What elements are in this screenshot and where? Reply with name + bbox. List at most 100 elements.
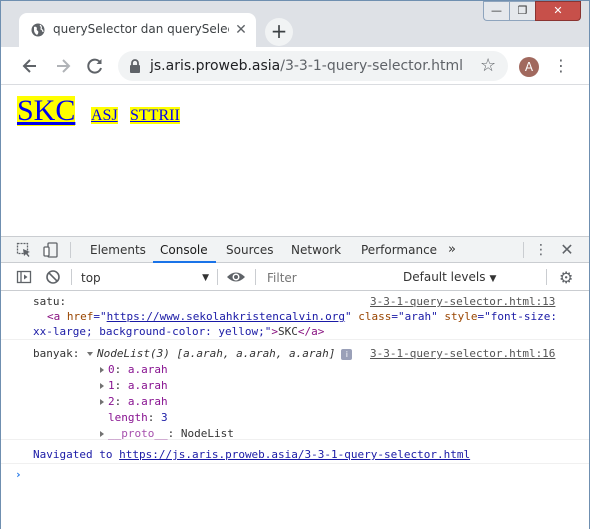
reload-icon[interactable] xyxy=(84,55,106,77)
tab-sources[interactable]: Sources xyxy=(226,237,273,263)
tab-strip: querySelector dan querySelectorAll ✕ + —… xyxy=(1,1,589,47)
item-value: a.arah xyxy=(127,379,168,392)
item-key: 0 xyxy=(108,363,115,376)
expand-arrow-icon xyxy=(87,352,93,356)
dropdown-arrow-icon: ▼ xyxy=(202,273,209,283)
tab-performance[interactable]: Performance xyxy=(361,237,437,263)
log-levels-label: Default levels xyxy=(403,270,486,284)
lock-icon[interactable] xyxy=(128,58,142,74)
expand-arrow-icon xyxy=(100,399,104,405)
attr-style-value-1: ="font-size: xyxy=(477,310,558,323)
nodelist-item[interactable]: 2: a.arah xyxy=(100,394,168,409)
tab-close-icon[interactable]: ✕ xyxy=(232,21,250,39)
link-skc[interactable]: SKC xyxy=(17,96,76,126)
tag-open: <a xyxy=(47,310,61,323)
globe-icon xyxy=(31,23,45,37)
nodelist-item[interactable]: 1: a.arah xyxy=(100,378,168,393)
expand-arrow-icon xyxy=(100,431,104,437)
tab-console[interactable]: Console xyxy=(153,237,216,263)
live-expression-eye-icon[interactable] xyxy=(226,269,246,285)
close-window-button[interactable]: ✕ xyxy=(535,1,581,21)
clear-console-icon[interactable] xyxy=(45,269,61,285)
item-key: 2 xyxy=(108,395,115,408)
console-entry: satu: 3-3-1-query-selector.html:13 <a hr… xyxy=(1,294,589,340)
tab-network[interactable]: Network xyxy=(291,237,341,263)
toolbar-divider xyxy=(255,269,256,285)
devtools-panel: Elements Console Sources Network Perform… xyxy=(1,236,589,529)
console-prompt[interactable]: › xyxy=(15,467,22,482)
toolbar-divider xyxy=(70,242,71,258)
page-content: SKC ASJ STTRII xyxy=(1,86,589,236)
maximize-button[interactable]: ❐ xyxy=(509,1,535,21)
minimize-button[interactable]: — xyxy=(483,1,509,21)
url-host: js.aris.proweb.asia xyxy=(150,58,281,74)
href-link[interactable]: https://www.sekolahkristencalvin.org xyxy=(107,310,345,323)
forward-arrow-icon[interactable] xyxy=(52,55,74,77)
console-entry: Navigated to https://js.aris.proweb.asia… xyxy=(1,444,589,464)
link-asj[interactable]: ASJ xyxy=(91,107,118,124)
console-toolbar: top ▼ Default levels▼ ⚙ xyxy=(1,264,589,291)
item-key: 1 xyxy=(108,379,115,392)
toolbar-divider xyxy=(546,269,547,285)
context-value: top xyxy=(81,271,101,285)
end-tag: </a> xyxy=(297,325,325,338)
attr-style-value-2: xx-large; background-color: yellow;" xyxy=(33,325,272,338)
attr-class: class xyxy=(351,310,392,323)
inspect-element-icon[interactable] xyxy=(16,242,32,258)
browser-menu-icon[interactable]: ⋮ xyxy=(553,55,569,77)
browser-tab[interactable]: querySelector dan querySelectorAll ✕ xyxy=(19,13,256,47)
navigated-url[interactable]: https://js.aris.proweb.asia/3-3-1-query-… xyxy=(119,448,470,461)
back-arrow-icon[interactable] xyxy=(19,55,41,77)
sidebar-toggle-icon[interactable] xyxy=(16,269,32,285)
link-sttrii[interactable]: STTRII xyxy=(130,107,180,124)
info-icon[interactable]: i xyxy=(341,348,353,360)
context-selector[interactable]: top ▼ xyxy=(81,269,213,287)
devtools-tab-bar: Elements Console Sources Network Perform… xyxy=(1,237,589,263)
url-path: /3-3-1-query-selector.html xyxy=(280,58,464,74)
log-label: banyak: xyxy=(33,347,80,360)
attr-style: style xyxy=(437,310,478,323)
item-value: a.arah xyxy=(127,363,168,376)
console-output: satu: 3-3-1-query-selector.html:13 <a hr… xyxy=(1,292,589,529)
length-value: 3 xyxy=(161,411,168,424)
source-link[interactable]: 3-3-1-query-selector.html:13 xyxy=(370,294,555,309)
item-value: a.arah xyxy=(127,395,168,408)
nodelist-item[interactable]: 0: a.arah xyxy=(100,362,168,377)
address-bar[interactable]: js.aris.proweb.asia/3-3-1-query-selector… xyxy=(118,51,508,81)
browser-window: querySelector dan querySelectorAll ✕ + —… xyxy=(0,0,590,529)
expand-arrow-icon xyxy=(100,367,104,373)
dropdown-arrow-icon: ▼ xyxy=(489,274,497,284)
browser-toolbar: js.aris.proweb.asia/3-3-1-query-selector… xyxy=(1,47,589,85)
device-toolbar-icon[interactable] xyxy=(43,242,59,258)
expand-arrow-icon xyxy=(100,383,104,389)
log-label: satu: xyxy=(33,295,67,308)
attr-quote: " xyxy=(345,310,352,323)
devtools-menu-icon[interactable]: ⋮ xyxy=(534,237,548,263)
attr-class-value: ="arah" xyxy=(391,310,438,323)
proto-key: __proto__ xyxy=(108,427,168,440)
length-property: length: 3 xyxy=(108,411,168,424)
log-levels-dropdown[interactable]: Default levels ▼ xyxy=(403,269,496,287)
devtools-close-icon[interactable]: ✕ xyxy=(560,237,574,263)
nodelist-preview: NodeList(3) [a.arah, a.arah, a.arah] xyxy=(97,347,336,360)
element-text: SKC xyxy=(278,325,298,338)
navigated-message: Navigated to https://js.aris.proweb.asia… xyxy=(33,447,470,462)
length-key: length xyxy=(108,411,148,424)
new-tab-button[interactable]: + xyxy=(265,18,293,46)
navigated-prefix: Navigated to xyxy=(33,448,113,461)
proto-property[interactable]: __proto__: NodeList xyxy=(100,426,234,441)
bookmark-star-icon[interactable]: ☆ xyxy=(480,55,496,76)
toolbar-divider xyxy=(217,269,218,285)
console-filter-input[interactable] xyxy=(265,268,395,288)
url-text[interactable]: js.aris.proweb.asia/3-3-1-query-selector… xyxy=(150,58,463,74)
html-element-line-2[interactable]: xx-large; background-color: yellow;">SKC… xyxy=(33,324,573,339)
profile-avatar[interactable]: A xyxy=(519,57,539,77)
html-element-line-1[interactable]: <a href="https://www.sekolahkristencalvi… xyxy=(47,309,567,324)
toolbar-divider xyxy=(71,269,72,285)
attr-href: href xyxy=(60,310,94,323)
tab-elements[interactable]: Elements xyxy=(90,237,146,263)
gear-icon[interactable]: ⚙ xyxy=(559,268,573,287)
more-tabs-chevron-icon[interactable]: » xyxy=(448,237,456,263)
source-link[interactable]: 3-3-1-query-selector.html:16 xyxy=(370,346,555,361)
nodelist-summary[interactable]: NodeList(3) [a.arah, a.arah, a.arah] i xyxy=(87,346,353,361)
